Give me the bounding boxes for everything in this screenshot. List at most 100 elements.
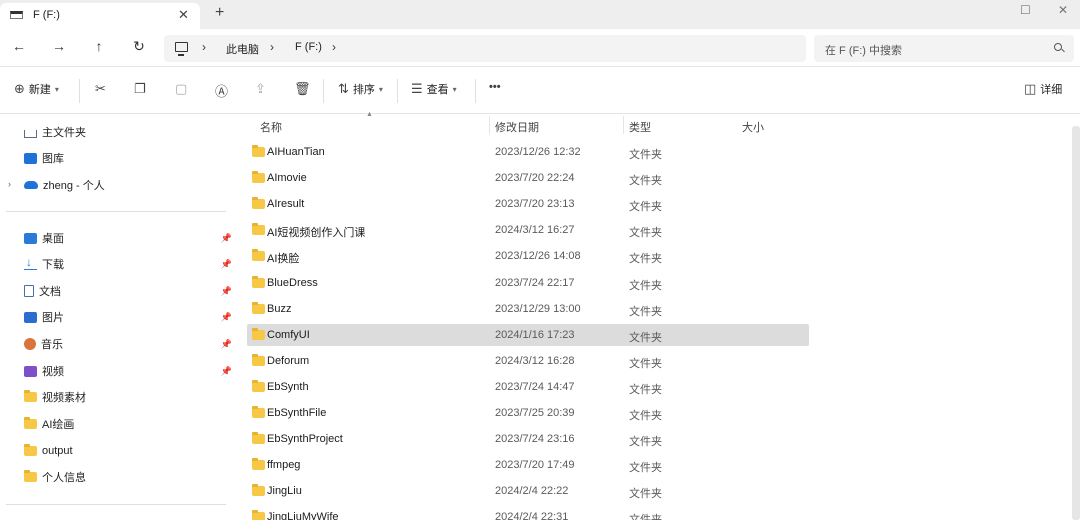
sidebar-item-gallery[interactable]: 图库 xyxy=(24,148,234,168)
pin-icon: 📌 xyxy=(220,285,232,296)
more-options-button[interactable]: ••• xyxy=(489,81,501,93)
paste-button[interactable]: ▢ xyxy=(175,81,187,97)
column-divider[interactable] xyxy=(623,116,624,134)
gallery-icon xyxy=(24,152,37,164)
address-field[interactable]: › 此电脑 › F (F:) › xyxy=(164,35,806,62)
sort-label: 排序 xyxy=(352,84,375,96)
file-type: 文件夹 xyxy=(629,175,662,188)
folder-icon xyxy=(252,301,265,314)
file-row[interactable]: EbSynth 2023/7/24 14:47 文件夹 xyxy=(247,376,809,398)
column-header-date[interactable]: 修改日期 xyxy=(495,119,539,135)
sidebar-item-label: 图片 xyxy=(42,312,64,324)
column-header-size[interactable]: 大小 xyxy=(742,119,764,135)
sidebar-item-videos[interactable]: 视频 📌 xyxy=(24,361,234,381)
breadcrumb-drive-f[interactable]: F (F:) xyxy=(295,41,322,53)
file-row[interactable]: EbSynthProject 2023/7/24 23:16 文件夹 xyxy=(247,428,809,450)
chevron-right-icon[interactable]: › xyxy=(8,179,11,189)
forward-button[interactable]: → xyxy=(51,38,67,54)
vertical-scrollbar[interactable] xyxy=(1072,126,1080,520)
sidebar-item-label: zheng - 个人 xyxy=(43,180,105,192)
file-row[interactable]: EbSynthFile 2023/7/25 20:39 文件夹 xyxy=(247,402,809,424)
file-type: 文件夹 xyxy=(629,279,662,292)
chevron-right-icon[interactable]: › xyxy=(202,40,206,54)
details-pane-button[interactable]: ◫ 详细 xyxy=(1024,81,1062,97)
file-row[interactable]: BlueDress 2023/7/24 22:17 文件夹 xyxy=(247,272,809,294)
file-list: ▲ 名称 修改日期 类型 大小 AIHuanTian 2023/12/26 12:… xyxy=(236,111,1070,520)
sidebar-item-home[interactable]: 主文件夹 xyxy=(24,122,234,142)
sidebar-item-pictures[interactable]: 图片 📌 xyxy=(24,307,234,327)
file-row[interactable]: ComfyUI 2024/1/16 17:23 文件夹 xyxy=(247,323,809,346)
file-row[interactable]: Deforum 2024/3/12 16:28 文件夹 xyxy=(247,350,809,372)
sidebar-item-music[interactable]: 音乐 📌 xyxy=(24,334,234,354)
file-row[interactable]: JingLiu 2024/2/4 22:22 文件夹 xyxy=(247,480,809,502)
file-type: 文件夹 xyxy=(629,227,662,240)
view-button[interactable]: ☰ 查看 ▾ xyxy=(411,81,457,97)
sort-button[interactable]: ⇅ 排序 ▾ xyxy=(338,81,383,97)
chevron-right-icon[interactable]: › xyxy=(332,40,336,54)
sidebar-item-desktop[interactable]: 桌面 📌 xyxy=(24,228,234,248)
tab-drive-f[interactable]: F (F:) ✕ xyxy=(0,3,200,29)
folder-icon xyxy=(252,249,265,262)
file-row[interactable]: AI短视频创作入门课 2024/3/12 16:27 文件夹 xyxy=(247,219,809,241)
copy-button[interactable]: ❐ xyxy=(134,81,146,97)
cut-button[interactable]: ✂ xyxy=(95,81,106,97)
file-type: 文件夹 xyxy=(629,331,662,344)
cloud-icon xyxy=(24,181,38,189)
search-input[interactable]: 在 F (F:) 中搜索 xyxy=(814,35,1074,62)
drive-icon xyxy=(10,11,23,19)
sidebar-item-folder[interactable]: 视频素材 xyxy=(24,387,234,407)
sidebar-item-documents[interactable]: 文档 📌 xyxy=(24,281,234,301)
video-icon xyxy=(24,365,37,377)
file-date: 2023/12/26 12:32 xyxy=(495,146,581,158)
column-divider[interactable] xyxy=(489,116,490,134)
delete-button[interactable]: 🗑 xyxy=(294,81,311,97)
file-row[interactable]: ffmpeg 2023/7/20 17:49 文件夹 xyxy=(247,454,809,476)
file-type: 文件夹 xyxy=(629,305,662,318)
rename-icon: Ⓐ xyxy=(215,84,229,99)
file-row[interactable]: Buzz 2023/12/29 13:00 文件夹 xyxy=(247,298,809,320)
share-button[interactable]: ⇪ xyxy=(255,81,266,97)
refresh-button[interactable]: ↻ xyxy=(131,38,147,55)
divider xyxy=(475,79,476,103)
sidebar-item-label: 桌面 xyxy=(42,233,64,245)
file-type: 文件夹 xyxy=(629,488,662,501)
sidebar-item-label: 下载 xyxy=(42,259,64,271)
file-row[interactable]: AIresult 2023/7/20 23:13 文件夹 xyxy=(247,193,809,215)
sidebar-item-label: 主文件夹 xyxy=(42,127,86,139)
sidebar-item-label: 视频 xyxy=(42,366,64,378)
file-name: EbSynth xyxy=(267,380,309,393)
maximize-button[interactable]: ☐ xyxy=(1020,3,1031,17)
close-window-button[interactable]: ✕ xyxy=(1058,3,1068,17)
column-header-name[interactable]: 名称 xyxy=(260,119,282,135)
sidebar-item-folder[interactable]: output xyxy=(24,441,234,461)
pin-icon: 📌 xyxy=(220,338,232,349)
file-type: 文件夹 xyxy=(629,149,662,161)
file-row[interactable]: JingLiuMyWife 2024/2/4 22:31 文件夹 xyxy=(247,506,809,520)
file-date: 2023/7/20 17:49 xyxy=(495,459,575,472)
back-button[interactable]: ← xyxy=(11,38,27,54)
music-icon xyxy=(24,338,36,350)
new-tab-button[interactable]: + xyxy=(215,4,224,22)
folder-icon xyxy=(252,379,265,392)
file-name: EbSynthFile xyxy=(267,407,327,419)
address-bar-row: ← → ↑ ↻ › 此电脑 › F (F:) › 在 F (F:) 中搜索 xyxy=(0,29,1080,67)
pin-icon: 📌 xyxy=(220,365,232,376)
rename-button[interactable]: Ⓐ xyxy=(215,81,228,100)
sidebar-item-folder[interactable]: AI绘画 xyxy=(24,414,234,434)
sidebar-item-onedrive[interactable]: zheng - 个人 xyxy=(24,175,234,195)
file-date: 2024/2/4 22:22 xyxy=(495,485,569,498)
up-button[interactable]: ↑ xyxy=(91,38,107,54)
file-row[interactable]: AIHuanTian 2023/12/26 12:32 文件夹 xyxy=(247,141,809,163)
sidebar-item-folder[interactable]: 个人信息 xyxy=(24,467,234,487)
breadcrumb-this-pc[interactable]: 此电脑 xyxy=(226,41,259,57)
file-row[interactable]: AI换脸 2023/12/26 14:08 文件夹 xyxy=(247,245,809,267)
file-row[interactable]: AImovie 2023/7/20 22:24 文件夹 xyxy=(247,167,809,189)
chevron-right-icon[interactable]: › xyxy=(270,40,274,54)
new-button[interactable]: ⊕ 新建 ▾ xyxy=(14,81,59,97)
file-date: 2023/12/29 13:00 xyxy=(495,302,581,315)
sidebar-item-downloads[interactable]: 下载 📌 xyxy=(24,254,234,274)
column-header-type[interactable]: 类型 xyxy=(629,119,651,135)
file-date: 2023/7/24 14:47 xyxy=(495,380,575,393)
folder-icon xyxy=(252,223,265,236)
tab-close-button[interactable]: ✕ xyxy=(178,7,189,23)
